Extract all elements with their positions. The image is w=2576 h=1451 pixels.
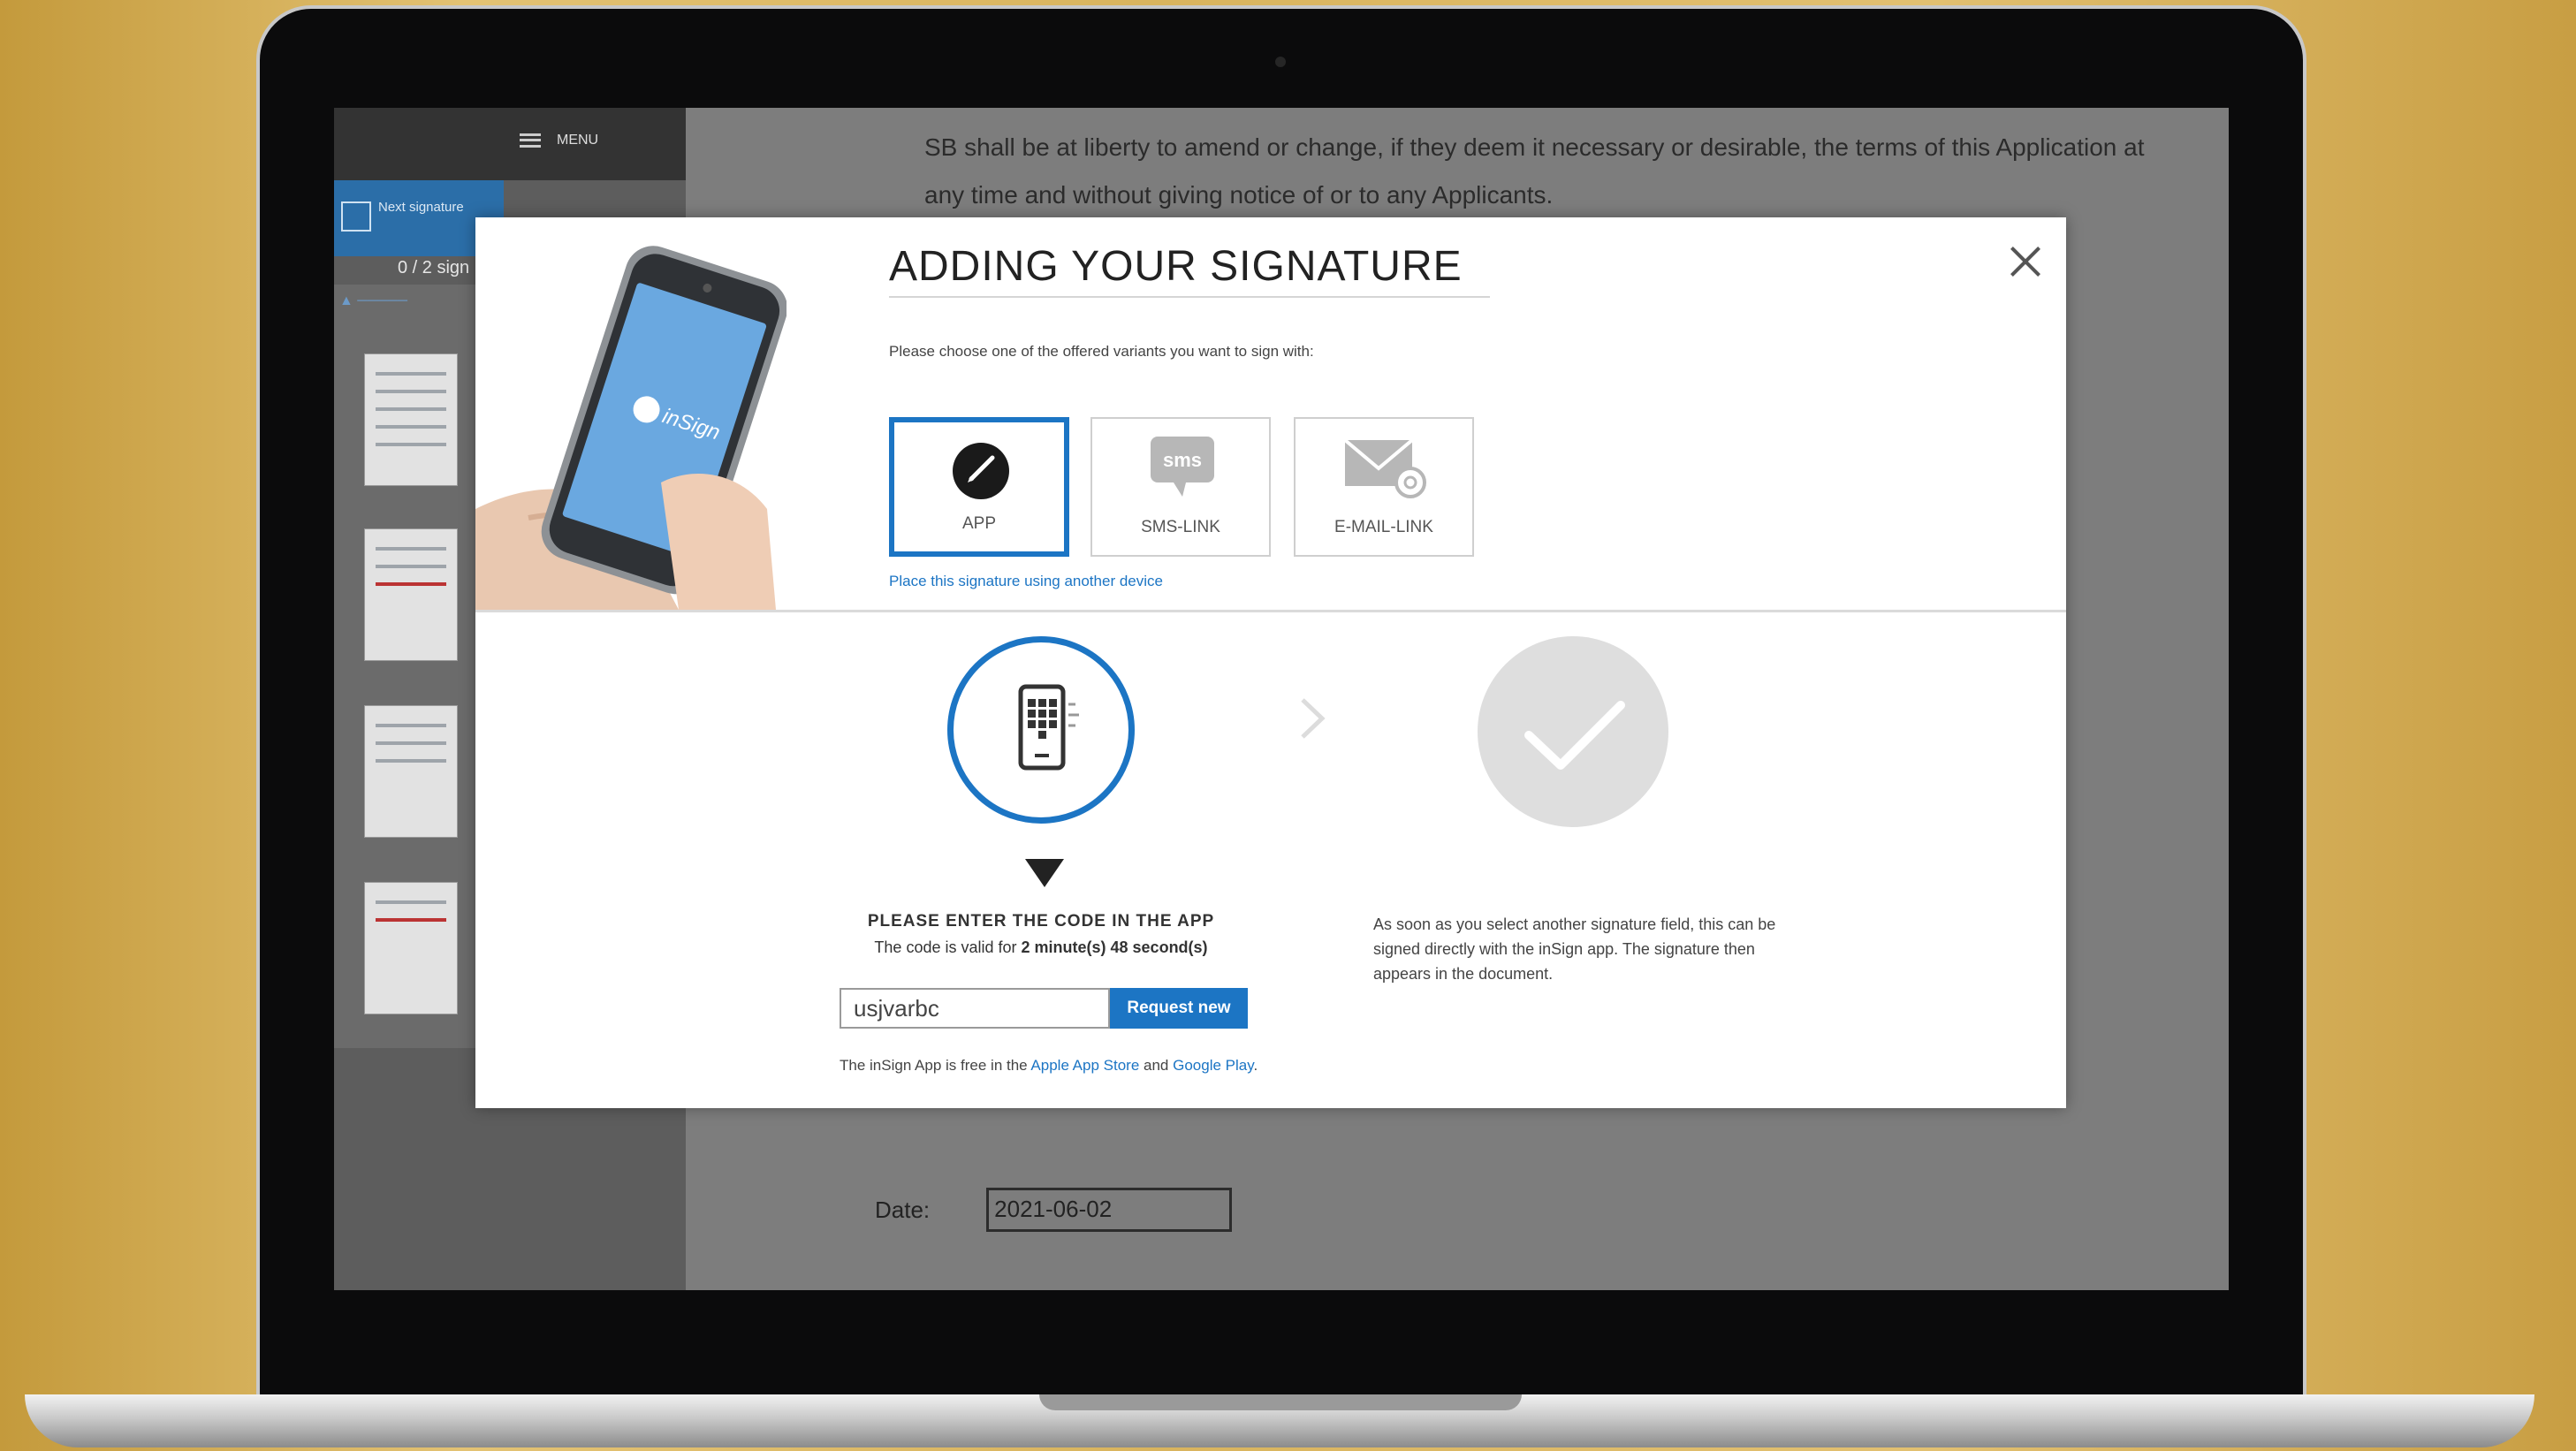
down-arrow-icon [1025, 859, 1064, 887]
dialog-title: ADDING YOUR SIGNATURE [889, 242, 1490, 298]
sidebar-header [334, 108, 686, 180]
menu-button[interactable]: MENU [520, 133, 598, 148]
option-app-label: APP [961, 514, 997, 533]
option-app[interactable]: APP [889, 417, 1069, 557]
step-enter-code [947, 636, 1135, 824]
page-thumbnail[interactable] [364, 353, 458, 486]
option-sms-link[interactable]: sms SMS-LINK [1090, 417, 1271, 557]
signature-count: 0 / 2 sign [398, 258, 470, 277]
google-play-link[interactable]: Google Play [1173, 1057, 1253, 1074]
document-paragraph: SB shall be at liberty to amend or chang… [924, 133, 2145, 209]
other-device-link[interactable]: Place this signature using another devic… [889, 573, 1163, 590]
option-sms-label: SMS-LINK [1141, 518, 1220, 536]
date-field[interactable]: 2021-06-02 [986, 1188, 1233, 1232]
insign-app-icon [953, 443, 1009, 499]
camera-icon [1275, 57, 1286, 67]
phone-in-hand-image: inSign [475, 217, 786, 610]
hamburger-icon [520, 133, 541, 148]
svg-text:sms: sms [1163, 449, 1202, 471]
option-email-label: E-MAIL-LINK [1334, 518, 1433, 536]
signature-dialog: inSign ADDING YOUR SIGNATURE Please choo… [475, 217, 2066, 1108]
step2-description: As soon as you select another signature … [1373, 915, 1776, 983]
close-button[interactable] [2004, 240, 2047, 283]
section-divider [475, 610, 2066, 612]
instruction-text: Please choose one of the offered variant… [889, 343, 1314, 360]
date-row: Date: 2021-06-02 [875, 1188, 1233, 1232]
step-done [1478, 636, 1668, 827]
code-validity-time: 2 minute(s) 48 second(s) [1021, 938, 1208, 956]
sms-icon: sms [1151, 437, 1214, 497]
checkmark-icon [341, 201, 371, 232]
page-thumbnail[interactable] [364, 528, 458, 661]
phone-illustration: inSign [475, 217, 786, 610]
next-signature-label: Next signature [378, 200, 464, 215]
enter-code-heading: PLEASE ENTER THE CODE IN THE APP [867, 912, 1215, 931]
apple-app-store-link[interactable]: Apple App Store [1030, 1057, 1139, 1074]
request-new-button[interactable]: Request new [1110, 988, 1248, 1029]
phone-keypad-icon [1018, 684, 1079, 771]
code-field[interactable] [840, 988, 1110, 1029]
email-icon [1343, 438, 1426, 498]
thumbnail-toggle[interactable]: ▲ ───── [339, 293, 407, 309]
code-validity: The code is valid for 2 minute(s) 48 sec… [874, 938, 1208, 956]
page-thumbnail[interactable] [364, 882, 458, 1014]
menu-label: MENU [557, 133, 599, 148]
page-thumbnail[interactable] [364, 705, 458, 838]
chevron-right-icon [1301, 698, 1326, 739]
app-free-note: The inSign App is free in the Apple App … [840, 1057, 1258, 1074]
checkmark-large-icon [1524, 701, 1625, 770]
option-email-link[interactable]: E-MAIL-LINK [1294, 417, 1474, 557]
date-label: Date: [875, 1196, 931, 1223]
laptop-notch [1039, 1394, 1522, 1410]
